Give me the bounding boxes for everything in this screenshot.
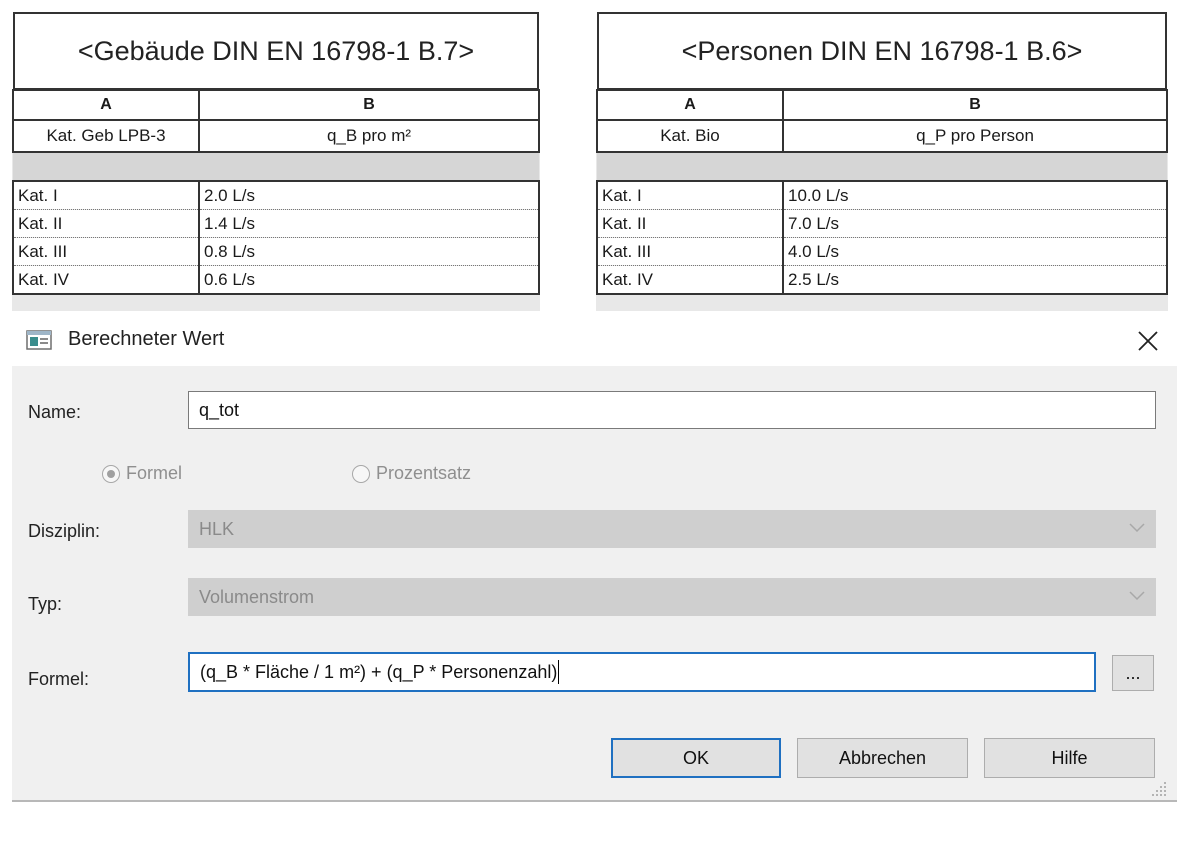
table-cell[interactable]: Kat. IV — [596, 265, 784, 295]
dialog-bottom-edge — [12, 800, 1177, 802]
column-letter-a: A — [12, 89, 200, 121]
table-row[interactable]: Kat. I 10.0 L/s — [596, 180, 1168, 210]
schedule-table: A B Kat. Geb LPB-3 q_B pro m² Kat. I 2.0… — [12, 89, 540, 295]
column-letter-b: B — [198, 89, 540, 121]
dialog-body: Name: q_tot Formel Prozentsatz Disziplin… — [12, 366, 1177, 800]
column-header[interactable]: q_P pro Person — [782, 119, 1168, 153]
table-cell[interactable]: 2.5 L/s — [782, 265, 1168, 295]
browse-button[interactable]: ... — [1112, 655, 1154, 691]
table-cell[interactable]: Kat. I — [12, 180, 200, 210]
table-row[interactable]: Kat. III 4.0 L/s — [596, 237, 1168, 266]
name-input[interactable]: q_tot — [188, 391, 1156, 429]
column-header[interactable]: Kat. Bio — [596, 119, 784, 153]
table-row[interactable]: Kat. II 1.4 L/s — [12, 209, 540, 238]
formula-input[interactable]: (q_B * Fläche / 1 m²) + (q_P * Personenz… — [188, 652, 1096, 692]
chevron-down-icon — [1129, 591, 1145, 601]
type-select[interactable]: Volumenstrom — [188, 578, 1156, 616]
table-row[interactable]: Kat. III 0.8 L/s — [12, 237, 540, 266]
schedule-title: <Gebäude DIN EN 16798-1 B.7> — [13, 12, 539, 90]
column-header[interactable]: q_B pro m² — [198, 119, 540, 153]
formula-label: Formel: — [28, 669, 90, 689]
column-letter-a: A — [596, 89, 784, 121]
text-caret — [558, 660, 560, 684]
dialog-titlebar[interactable]: Berechneter Wert — [12, 318, 1177, 364]
table-cell[interactable]: Kat. II — [596, 209, 784, 238]
close-button[interactable] — [1131, 324, 1165, 358]
table-row[interactable]: Kat. I 2.0 L/s — [12, 180, 540, 210]
discipline-label: Disziplin: — [28, 521, 101, 541]
radio-formula[interactable]: Formel — [102, 463, 182, 484]
schedule-title: <Personen DIN EN 16798-1 B.6> — [597, 12, 1167, 90]
table-cell[interactable]: Kat. I — [596, 180, 784, 210]
column-letter-b: B — [782, 89, 1168, 121]
schedule-table: A B Kat. Bio q_P pro Person Kat. I 10.0 … — [596, 89, 1168, 295]
table-cell[interactable]: 0.6 L/s — [198, 265, 540, 295]
discipline-value: HLK — [199, 518, 235, 539]
table-cell[interactable]: 10.0 L/s — [782, 180, 1168, 210]
column-header[interactable]: Kat. Geb LPB-3 — [12, 119, 200, 153]
ok-button[interactable]: OK — [611, 738, 781, 778]
resize-grip-icon[interactable] — [1150, 780, 1168, 798]
table-cell[interactable]: 0.8 L/s — [198, 237, 540, 266]
table-row[interactable]: Kat. II 7.0 L/s — [596, 209, 1168, 238]
formula-text: (q_B * Fläche / 1 m²) + (q_P * Personenz… — [200, 661, 558, 682]
table-row[interactable]: Kat. IV 2.5 L/s — [596, 265, 1168, 295]
type-value: Volumenstrom — [199, 586, 315, 607]
table-cell[interactable]: Kat. II — [12, 209, 200, 238]
table-cell[interactable]: 7.0 L/s — [782, 209, 1168, 238]
chevron-down-icon — [1129, 523, 1145, 533]
group-spacer — [783, 151, 1167, 182]
dialog-title: Berechneter Wert — [68, 328, 225, 350]
radio-formula-label: Formel — [126, 463, 183, 483]
table-row[interactable]: Kat. IV 0.6 L/s — [12, 265, 540, 295]
table-cell[interactable]: 4.0 L/s — [782, 237, 1168, 266]
table-cell[interactable]: Kat. III — [596, 237, 784, 266]
dialog-window-icon — [26, 330, 52, 350]
help-button[interactable]: Hilfe — [984, 738, 1155, 778]
discipline-select[interactable]: HLK — [188, 510, 1156, 548]
schedule-gebaeude: <Gebäude DIN EN 16798-1 B.7> A B Kat. Ge… — [12, 12, 584, 312]
table-cell[interactable]: 2.0 L/s — [198, 180, 540, 210]
radio-percent-circle[interactable] — [352, 464, 370, 483]
radio-percent[interactable]: Prozentsatz — [352, 463, 471, 484]
cancel-button[interactable]: Abbrechen — [797, 738, 968, 778]
group-spacer — [199, 151, 539, 182]
radio-formula-circle[interactable] — [102, 464, 120, 483]
close-icon — [1138, 331, 1158, 351]
table-cell[interactable]: Kat. III — [12, 237, 200, 266]
type-label: Typ: — [28, 594, 63, 614]
name-label: Name: — [28, 402, 82, 422]
radio-percent-label: Prozentsatz — [376, 463, 472, 483]
group-spacer — [597, 151, 783, 182]
table-cell[interactable]: 1.4 L/s — [198, 209, 540, 238]
schedule-personen: <Personen DIN EN 16798-1 B.6> A B Kat. B… — [596, 12, 1168, 312]
table-cell[interactable]: Kat. IV — [12, 265, 200, 295]
group-spacer — [13, 151, 199, 182]
